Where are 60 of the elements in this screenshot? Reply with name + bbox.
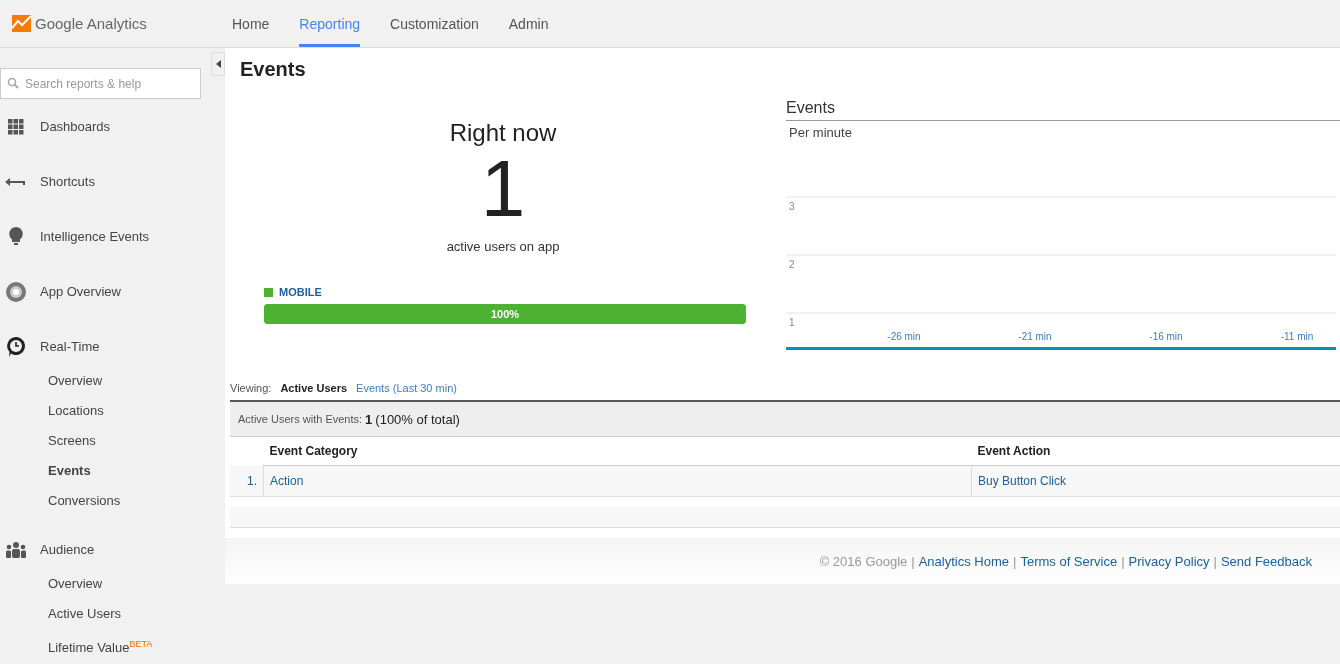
search-icon	[7, 77, 19, 89]
sidebar-item[interactable]: Shortcuts	[0, 154, 211, 209]
collapse-button[interactable]	[211, 52, 225, 76]
people-icon	[5, 541, 27, 558]
sidebar-item[interactable]: Dashboards	[0, 99, 211, 154]
x-axis-label: -11 min	[1280, 331, 1314, 342]
link-separator: |	[1213, 553, 1217, 569]
link-separator: |	[911, 553, 915, 569]
grid-icon	[8, 118, 24, 135]
count-caption: active users on app	[446, 239, 560, 254]
sidebar-subitem[interactable]: Locations	[0, 396, 211, 426]
arrow-left-icon	[5, 176, 27, 187]
page-title: Events	[240, 58, 307, 81]
nav-tab[interactable]: Admin	[508, 0, 549, 47]
sidebar-item[interactable]: App Overview	[0, 264, 211, 319]
y-axis-label: 3	[789, 201, 795, 212]
app-logo-text: Google Analytics	[35, 15, 147, 32]
viewing-label: Viewing:	[230, 382, 272, 394]
legend-label: MOBILE	[279, 286, 322, 298]
footer-link[interactable]: Terms of Service	[1020, 553, 1118, 569]
y-axis-label: 1	[789, 317, 795, 328]
row-number: 1.	[230, 465, 264, 497]
chart-title: Events	[786, 99, 1340, 121]
footer-link[interactable]: Analytics Home	[918, 553, 1009, 569]
column-header: Event Action	[971, 437, 1340, 466]
sidebar-subitem[interactable]: Events	[0, 456, 211, 486]
summary-share: (100% of total)	[375, 411, 460, 427]
nav-tab[interactable]: Home	[232, 0, 270, 47]
chart-subtitle: Per minute	[789, 125, 853, 140]
sidebar-subitem[interactable]: Conversions	[0, 486, 211, 516]
column-header: Event Category	[263, 437, 972, 466]
view-tab[interactable]: Active Users	[280, 382, 348, 394]
search-field[interactable]: Search reports & help	[0, 68, 201, 99]
y-axis-label: 2	[789, 259, 795, 270]
summary-value: 1	[365, 411, 373, 427]
sidebar-item[interactable]: Intelligence Events	[0, 209, 211, 264]
x-axis-label: -26 min	[887, 331, 921, 342]
link-separator: |	[1121, 553, 1125, 569]
sidebar-subitem[interactable]: Lifetime Value$^{BETA}$	[0, 629, 211, 659]
lightbulb-icon	[9, 226, 23, 247]
copyright-text: © 2016 Google	[819, 553, 908, 569]
table-link[interactable]: Buy Button Click	[978, 474, 1067, 488]
right-now-heading: Right now	[449, 119, 557, 147]
ring-icon	[5, 280, 27, 303]
clock-icon	[6, 335, 26, 358]
nav-tab[interactable]: Customization	[390, 0, 479, 47]
sidebar-subitem[interactable]: Screens	[0, 426, 211, 456]
link-separator: |	[1013, 553, 1017, 569]
active-user-count: 1	[480, 147, 526, 231]
view-tab[interactable]: Events (Last 30 min)	[356, 382, 457, 394]
x-axis-label: -16 min	[1149, 331, 1183, 342]
progress-reading: 100%	[490, 308, 520, 320]
x-axis-label: -21 min	[1018, 331, 1052, 342]
sidebar-subitem[interactable]: Active Users	[0, 599, 211, 629]
logo-icon	[12, 15, 31, 32]
footer-link[interactable]: Send Feedback	[1220, 553, 1312, 569]
summary-label: Active Users with Events:	[238, 413, 363, 425]
table-link[interactable]: Action	[270, 474, 304, 488]
footer-link[interactable]: Privacy Policy	[1128, 553, 1210, 569]
caret-icon	[215, 60, 221, 68]
